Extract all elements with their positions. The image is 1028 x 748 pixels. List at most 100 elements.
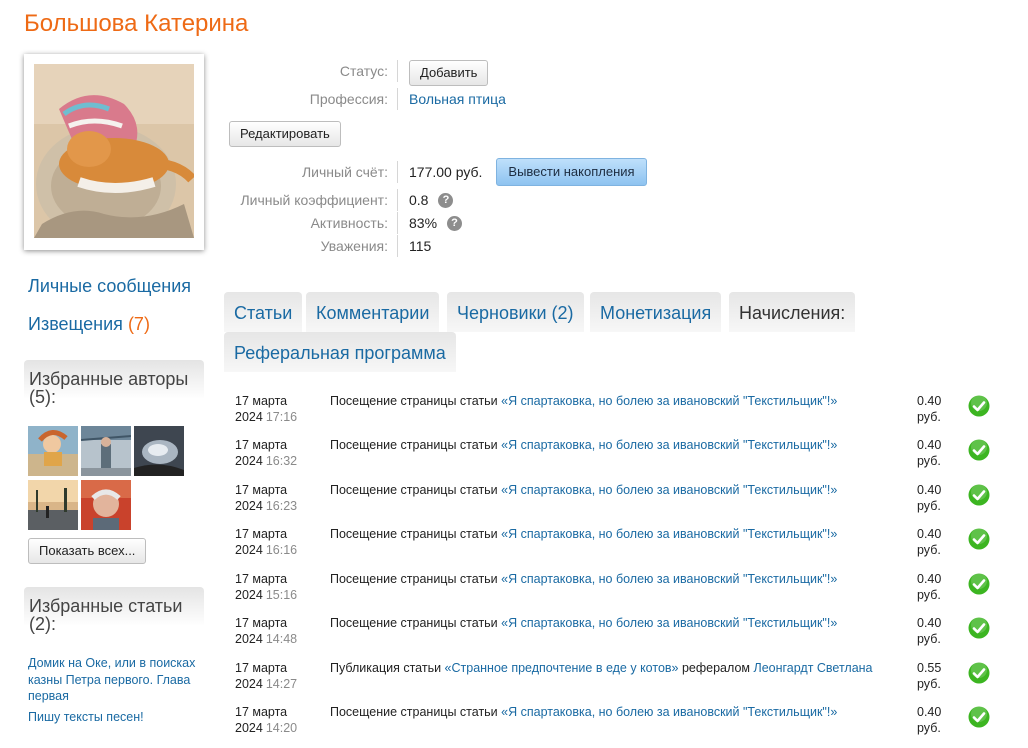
transaction-article-link[interactable]: «Странное предпочтение в еде у котов» [445, 661, 679, 675]
account-value: 177.00 руб. [409, 164, 483, 180]
author-avatar-3[interactable] [134, 426, 184, 476]
transaction-article-link[interactable]: «Я спартаковка, но болею за ивановский "… [501, 483, 837, 497]
activity-value: 83% [409, 215, 438, 231]
notices-label[interactable]: Извещения [28, 314, 123, 334]
transaction-currency: руб. [917, 588, 941, 602]
messages-link[interactable]: Личные сообщения [28, 276, 191, 297]
transaction-currency: руб. [917, 677, 941, 691]
transaction-time: 14:20 [265, 721, 298, 735]
transaction-amount-value: 0.40 [917, 705, 942, 719]
transaction-article-link[interactable]: «Я спартаковка, но болею за ивановский "… [501, 616, 837, 630]
transaction-amount-value: 0.40 [917, 394, 942, 408]
transaction-date: 17 марта 2024 17:16 [235, 393, 297, 425]
tab-drafts[interactable]: Черновики (2) [447, 292, 584, 332]
transaction-description: Посещение страницы статьи «Я спартаковка… [330, 615, 837, 631]
transaction-date: 17 марта 2024 16:16 [235, 526, 297, 558]
transaction-time: 14:27 [265, 677, 298, 691]
transaction-type: Посещение страницы статьи [330, 705, 498, 719]
transaction-year: 2024 [235, 499, 263, 513]
transaction-article-link[interactable]: «Я спартаковка, но болею за ивановский "… [501, 438, 837, 452]
transaction-description: Посещение страницы статьи «Я спартаковка… [330, 482, 837, 498]
transaction-currency: руб. [917, 543, 941, 557]
transaction-day: 17 марта [235, 661, 288, 675]
transaction-amount-value: 0.55 [917, 661, 942, 675]
author-avatar-1[interactable] [28, 426, 78, 476]
fav-article-link[interactable]: Домик на Оке, или в поисках казны Петра … [28, 655, 210, 705]
transaction-article-link[interactable]: «Я спартаковка, но болею за ивановский "… [501, 572, 837, 586]
coef-row: Личный коэффициент: 0.8 ? [228, 189, 648, 211]
transaction-row: 17 марта 2024 16:32 Посещение страницы стат… [235, 437, 995, 481]
tab-articles[interactable]: Статьи [224, 292, 303, 332]
tab-referral[interactable]: Реферальная программа [224, 332, 456, 372]
check-icon [968, 395, 990, 417]
transaction-date: 17 марта 2024 16:32 [235, 437, 297, 469]
status-row: Статус: Добавить [228, 60, 648, 86]
tab-accruals[interactable]: Начисления: [729, 292, 856, 332]
transaction-currency: руб. [917, 721, 941, 735]
transaction-date: 17 марта 2024 14:20 [235, 704, 297, 736]
transaction-row: 17 марта 2024 16:23 Посещение страницы стат… [235, 482, 995, 526]
transaction-amount: 0.40 руб. [917, 526, 941, 558]
notices-count: (7) [127, 314, 150, 334]
check-icon [968, 573, 990, 595]
transaction-type: Посещение страницы статьи [330, 483, 498, 497]
add-status-button[interactable]: Добавить [409, 60, 489, 86]
profession-link[interactable]: Вольная птица [409, 91, 506, 107]
tab-monetization[interactable]: Монетизация [590, 292, 722, 332]
transaction-description: Посещение страницы статьи «Я спартаковка… [330, 437, 837, 453]
fav-articles-header: Избранные статьи (2): [24, 587, 204, 643]
help-icon[interactable]: ? [447, 215, 463, 231]
transaction-time: 16:32 [265, 454, 298, 468]
author-avatar-4[interactable] [28, 480, 78, 530]
transaction-row: 17 марта 2024 14:48 Посещение страницы стат… [235, 615, 995, 659]
transaction-type: Посещение страницы статьи [330, 616, 498, 630]
author-avatar-2[interactable] [81, 426, 131, 476]
transaction-time: 14:48 [265, 632, 298, 646]
check-icon [968, 484, 990, 506]
profession-label: Профессия: [309, 91, 388, 107]
fav-article-link[interactable]: Пишу тексты песен! [28, 709, 210, 726]
transaction-time: 17:16 [265, 410, 298, 424]
transaction-day: 17 марта [235, 527, 288, 541]
check-icon [968, 617, 990, 639]
transaction-amount: 0.55 руб. [917, 660, 941, 692]
fav-articles-title: Избранные статьи (2): [29, 596, 183, 634]
transaction-year: 2024 [235, 588, 263, 602]
respect-row: Уважения: 115 [228, 235, 648, 257]
check-icon [968, 662, 990, 684]
show-all-authors-button[interactable]: Показать всех... [28, 538, 147, 564]
referral-user-link[interactable]: Леонгардт Светлана [753, 661, 872, 675]
transaction-article-link[interactable]: «Я спартаковка, но болею за ивановский "… [501, 394, 837, 408]
divider [397, 88, 398, 110]
coef-label: Личный коэффициент: [240, 192, 388, 208]
transaction-day: 17 марта [235, 705, 288, 719]
activity-row: Активность: 83% ? [228, 212, 648, 234]
transaction-day: 17 марта [235, 438, 288, 452]
edit-profile-button[interactable]: Редактировать [229, 121, 341, 147]
fav-authors-header: Избранные авторы (5): [24, 360, 204, 416]
transaction-year: 2024 [235, 721, 263, 735]
author-avatar-5[interactable] [81, 480, 131, 530]
avatar[interactable] [24, 54, 204, 250]
transaction-amount-value: 0.40 [917, 616, 942, 630]
transaction-amount: 0.40 руб. [917, 437, 941, 469]
respect-value: 115 [409, 238, 432, 254]
divider [397, 161, 398, 183]
transaction-amount: 0.40 руб. [917, 615, 941, 647]
transaction-description: Посещение страницы статьи «Я спартаковка… [330, 526, 837, 542]
transaction-amount: 0.40 руб. [917, 704, 941, 736]
transaction-date: 17 марта 2024 14:48 [235, 615, 297, 647]
withdraw-button[interactable]: Вывести накопления [496, 158, 647, 186]
notices-link[interactable]: Извещения (7) [28, 314, 150, 335]
transaction-article-link[interactable]: «Я спартаковка, но болею за ивановский "… [501, 527, 837, 541]
transaction-article-link[interactable]: «Я спартаковка, но болею за ивановский "… [501, 705, 837, 719]
transaction-currency: руб. [917, 454, 941, 468]
transaction-year: 2024 [235, 677, 263, 691]
tab-comments[interactable]: Комментарии [306, 292, 440, 332]
transaction-description: Посещение страницы статьи «Я спартаковка… [330, 571, 837, 587]
transaction-middle: рефералом [681, 661, 750, 675]
divider [397, 60, 398, 82]
help-icon[interactable]: ? [438, 192, 454, 208]
check-icon [968, 439, 990, 461]
transaction-description: Посещение страницы статьи «Я спартаковка… [330, 393, 837, 409]
